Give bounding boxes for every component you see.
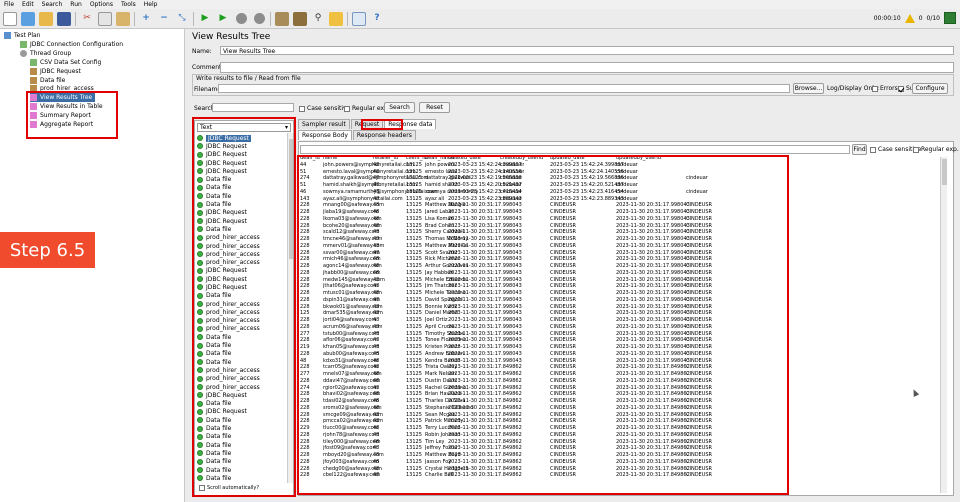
errors-checkbox-row[interactable]: Errors <box>872 85 898 92</box>
response-scrollbar[interactable] <box>940 157 947 493</box>
sampler-icon <box>30 68 37 75</box>
tree-node-label: JDBC Connection Configuration <box>30 41 124 48</box>
tree-node-label: JDBC Request <box>40 68 81 75</box>
tree-node-label: Data file <box>40 77 66 84</box>
errors-label: Errors <box>880 85 898 92</box>
search-icon[interactable]: ⚲ <box>311 12 325 26</box>
comments-field[interactable] <box>220 62 954 73</box>
name-field[interactable]: View Results Tree <box>220 46 954 55</box>
successes-checkbox[interactable] <box>898 85 904 92</box>
step-label: Step 6.5 <box>0 232 95 268</box>
find-regular-exp-checkbox[interactable] <box>913 146 919 153</box>
menu-edit[interactable]: Edit <box>18 1 38 8</box>
tree-highlight-box <box>26 91 118 139</box>
cut-icon[interactable]: ✂ <box>80 12 94 26</box>
find-case-sensitive-checkbox[interactable] <box>870 146 876 153</box>
filename-label: Filename <box>194 86 222 93</box>
scrollbar-thumb[interactable] <box>942 159 947 185</box>
menu-tools[interactable]: Tools <box>117 1 140 8</box>
toolbar-separator <box>75 11 76 26</box>
config-icon <box>30 59 37 66</box>
thread-group-icon <box>20 50 27 57</box>
tab-sampler-result[interactable]: Sampler result <box>298 119 350 129</box>
collapse-icon[interactable]: − <box>157 12 171 26</box>
tree-node-label: Thread Group <box>30 50 72 57</box>
stop-icon[interactable] <box>234 12 248 26</box>
response-tab-highlight-box <box>361 119 403 130</box>
templates-icon[interactable] <box>21 11 35 26</box>
tab-response-headers[interactable]: Response headers <box>352 130 416 140</box>
response-highlight-box <box>297 155 789 495</box>
menu-run[interactable]: Run <box>66 1 86 8</box>
tree-node-label: CSV Data Set Config <box>40 59 102 66</box>
warning-icon[interactable] <box>904 13 915 23</box>
case-sensitive-checkbox[interactable] <box>299 105 305 112</box>
search-input[interactable] <box>212 103 294 112</box>
name-label: Name: <box>192 48 212 55</box>
test-plan-icon <box>4 32 11 39</box>
search-button[interactable]: Search <box>384 102 415 113</box>
filename-field[interactable] <box>218 84 790 93</box>
toolbar-separator <box>134 11 135 26</box>
menu-help[interactable]: Help <box>140 1 162 8</box>
toolbar-separator <box>347 11 348 26</box>
paste-icon[interactable] <box>116 11 130 26</box>
result-list-highlight-box <box>192 117 296 497</box>
tree-node-thread-group[interactable]: Thread Group <box>20 49 71 58</box>
find-regular-exp-row[interactable]: Regular exp. <box>913 146 959 153</box>
copy-icon[interactable] <box>98 11 112 26</box>
menu-file[interactable]: File <box>0 1 18 8</box>
find-button[interactable]: Find <box>852 144 867 155</box>
warning-count: 0 <box>918 14 923 22</box>
write-results-label: Write results to file / Read from file <box>196 75 301 82</box>
panel-title: View Results Tree <box>192 32 271 42</box>
start-icon[interactable]: ▶ <box>198 12 212 26</box>
configure-button[interactable]: Configure <box>912 83 948 94</box>
active-threads: 0/10 <box>926 14 940 22</box>
expand-icon[interactable]: + <box>139 12 153 26</box>
toggle-icon[interactable]: ⤡ <box>175 12 189 26</box>
toolbar-separator <box>270 11 271 26</box>
browse-button[interactable]: Browse... <box>793 83 824 94</box>
response-subtabs: Response Body Response headers <box>298 130 417 140</box>
reset-search-icon[interactable] <box>329 11 343 26</box>
find-regular-exp-label: Regular exp. <box>921 146 959 153</box>
tab-response-body[interactable]: Response Body <box>298 130 352 140</box>
menu-options[interactable]: Options <box>86 1 117 8</box>
elapsed-time: 00:00:10 <box>873 14 901 22</box>
case-sensitive-row[interactable]: Case sensitive <box>299 105 350 112</box>
toolbar: ✂ + − ⤡ ▶ ▶ ⚲ ? 00:00:10 0 0/10 <box>0 9 960 29</box>
regular-exp-row[interactable]: Regular exp. <box>344 105 390 112</box>
new-icon[interactable] <box>3 11 17 26</box>
clear-all-icon[interactable] <box>293 11 307 26</box>
toolbar-separator <box>193 11 194 26</box>
menu-search[interactable]: Search <box>38 1 67 8</box>
tree-node-test-plan[interactable]: Test Plan <box>4 31 41 40</box>
find-input[interactable] <box>300 145 850 154</box>
menu-bar: File Edit Search Run Options Tools Help <box>0 0 960 9</box>
status-area: 00:00:10 0 0/10 <box>874 12 956 24</box>
tree-node-csv-data-set[interactable]: CSV Data Set Config <box>30 58 101 67</box>
tree-node-jdbc-request[interactable]: JDBC Request <box>30 67 81 76</box>
errors-checkbox[interactable] <box>872 85 878 92</box>
reset-button[interactable]: Reset <box>419 102 450 113</box>
shutdown-icon[interactable] <box>252 12 266 26</box>
sampler-icon <box>30 77 37 84</box>
thread-status-icon <box>944 12 956 24</box>
regular-exp-checkbox[interactable] <box>344 105 350 112</box>
help-icon[interactable]: ? <box>370 12 384 26</box>
function-helper-icon[interactable] <box>352 11 366 26</box>
start-no-pause-icon[interactable]: ▶ <box>216 12 230 26</box>
config-icon <box>20 41 27 48</box>
tree-node-label: Test Plan <box>14 32 41 39</box>
tree-node-jdbc-connection[interactable]: JDBC Connection Configuration <box>20 40 123 49</box>
save-icon[interactable] <box>57 11 71 26</box>
clear-icon[interactable] <box>275 11 289 26</box>
open-icon[interactable] <box>39 11 53 26</box>
